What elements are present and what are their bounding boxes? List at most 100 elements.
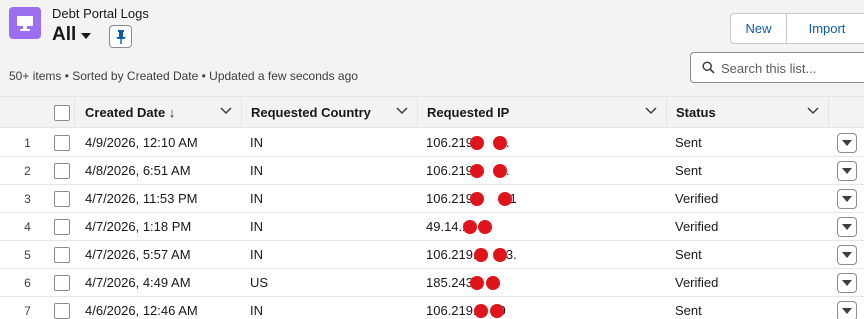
row-number: 2 xyxy=(24,164,31,178)
status-cell: Sent xyxy=(675,163,702,178)
created-date-cell: 4/9/2026, 12:10 AM xyxy=(85,135,198,150)
table-row[interactable]: 24/8/2026, 6:51 AMIN106.219.0.Sent xyxy=(0,157,864,185)
row-number: 6 xyxy=(24,276,31,290)
redaction-mark xyxy=(493,248,507,262)
column-label: Requested Country xyxy=(251,105,371,120)
row-checkbox[interactable] xyxy=(54,247,70,263)
row-action-button[interactable] xyxy=(837,189,857,209)
column-header-status[interactable]: Status xyxy=(667,97,829,128)
ip-visible-tail: 3. xyxy=(505,247,517,262)
select-all-checkbox[interactable] xyxy=(54,105,70,121)
status-cell: Verified xyxy=(675,275,719,290)
table-row[interactable]: 74/6/2026, 12:46 AMIN106.219.9Sent xyxy=(0,297,864,319)
table-header: Created Date ↓ Requested Country Request… xyxy=(0,96,864,128)
import-button[interactable]: Import xyxy=(787,14,864,43)
chevron-down-icon[interactable] xyxy=(807,107,819,115)
select-all-cell xyxy=(42,97,75,128)
country-cell: IN xyxy=(250,191,263,206)
redaction-mark xyxy=(470,276,484,290)
redaction-mark xyxy=(486,276,500,290)
row-number-header xyxy=(0,97,42,128)
redaction-mark xyxy=(463,220,477,234)
row-checkbox[interactable] xyxy=(54,275,70,291)
country-cell: IN xyxy=(250,163,263,178)
list-view-header: Debt Portal Logs All 50+ items • Sorted … xyxy=(0,0,864,96)
redaction-mark xyxy=(490,304,504,318)
redaction-mark xyxy=(493,136,507,150)
table-row[interactable]: 34/7/2026, 11:53 PMIN106.219.1.1Verified xyxy=(0,185,864,213)
table-row[interactable]: 4 4/7/2026, 1:18 PM IN 49.14.1 Verified xyxy=(0,213,864,241)
search-icon xyxy=(702,61,715,74)
row-checkbox[interactable] xyxy=(54,135,70,151)
created-date-cell: 4/7/2026, 4:49 AM xyxy=(85,275,191,290)
row-number: 7 xyxy=(24,304,31,318)
row-action-button[interactable] xyxy=(837,245,857,265)
chevron-down-icon xyxy=(842,280,852,286)
status-cell: Verified xyxy=(675,191,719,206)
row-number: 3 xyxy=(24,192,31,206)
created-date-cell: 4/6/2026, 12:46 AM xyxy=(85,303,198,318)
row-number: 1 xyxy=(24,136,31,150)
redaction-mark xyxy=(478,220,492,234)
row-checkbox[interactable] xyxy=(54,303,70,319)
object-name: Debt Portal Logs xyxy=(52,6,149,21)
country-cell: IN xyxy=(250,219,263,234)
country-cell: IN xyxy=(250,303,263,318)
table-row[interactable]: 6 4/7/2026, 4:49 AM US 185.243. Verified xyxy=(0,269,864,297)
row-actions-header xyxy=(829,97,864,128)
chevron-down-icon xyxy=(842,168,852,174)
ip-prefix: 106.219. xyxy=(426,303,477,318)
chevron-down-icon[interactable] xyxy=(396,107,408,115)
created-date-cell: 4/7/2026, 5:57 AM xyxy=(85,247,191,262)
pin-button[interactable] xyxy=(109,25,132,48)
redaction-mark xyxy=(474,304,488,318)
redaction-mark xyxy=(470,164,484,178)
chevron-down-icon xyxy=(842,196,852,202)
row-action-button[interactable] xyxy=(837,273,857,293)
row-number: 4 xyxy=(24,220,31,234)
table-row[interactable]: 14/9/2026, 12:10 AMIN106.219.0.Sent xyxy=(0,129,864,157)
monitor-icon xyxy=(9,7,41,39)
chevron-down-icon xyxy=(842,224,852,230)
row-action-button[interactable] xyxy=(837,301,857,319)
action-button-group: New Import xyxy=(730,13,864,44)
redaction-mark xyxy=(470,136,484,150)
column-label: Status xyxy=(676,105,716,120)
chevron-down-icon[interactable] xyxy=(220,107,232,115)
column-header-created-date[interactable]: Created Date ↓ xyxy=(75,97,242,128)
chevron-down-icon xyxy=(842,308,852,314)
list-summary: 50+ items • Sorted by Created Date • Upd… xyxy=(9,69,358,83)
column-label: Created Date ↓ xyxy=(85,105,176,120)
status-cell: Sent xyxy=(675,135,702,150)
column-label: Requested IP xyxy=(427,105,510,120)
search-input[interactable] xyxy=(721,58,861,78)
row-action-button[interactable] xyxy=(837,217,857,237)
chevron-down-icon[interactable] xyxy=(645,107,657,115)
chevron-down-icon xyxy=(842,140,852,146)
list-view-name[interactable]: All xyxy=(52,24,76,46)
table-row[interactable]: 5 4/7/2026, 5:57 AM IN 106.219.1 3. Sent xyxy=(0,241,864,269)
search-box xyxy=(690,52,864,83)
new-button[interactable]: New xyxy=(731,14,787,43)
status-cell: Sent xyxy=(675,247,702,262)
created-date-cell: 4/8/2026, 6:51 AM xyxy=(85,163,191,178)
row-action-button[interactable] xyxy=(837,133,857,153)
row-checkbox[interactable] xyxy=(54,163,70,179)
redaction-mark xyxy=(498,192,512,206)
created-date-cell: 4/7/2026, 11:53 PM xyxy=(85,191,198,206)
country-cell: IN xyxy=(250,247,263,262)
chevron-down-icon[interactable] xyxy=(81,33,91,39)
column-header-requested-ip[interactable]: Requested IP xyxy=(418,97,667,128)
row-number: 5 xyxy=(24,248,31,262)
column-header-requested-country[interactable]: Requested Country xyxy=(242,97,418,128)
created-date-cell: 4/7/2026, 1:18 PM xyxy=(85,219,192,234)
redaction-mark xyxy=(474,248,488,262)
row-action-button[interactable] xyxy=(837,161,857,181)
redaction-mark xyxy=(493,164,507,178)
redaction-mark xyxy=(470,192,484,206)
chevron-down-icon xyxy=(842,252,852,258)
status-cell: Sent xyxy=(675,303,702,318)
row-checkbox[interactable] xyxy=(54,191,70,207)
pin-icon xyxy=(116,30,126,44)
row-checkbox[interactable] xyxy=(54,219,70,235)
